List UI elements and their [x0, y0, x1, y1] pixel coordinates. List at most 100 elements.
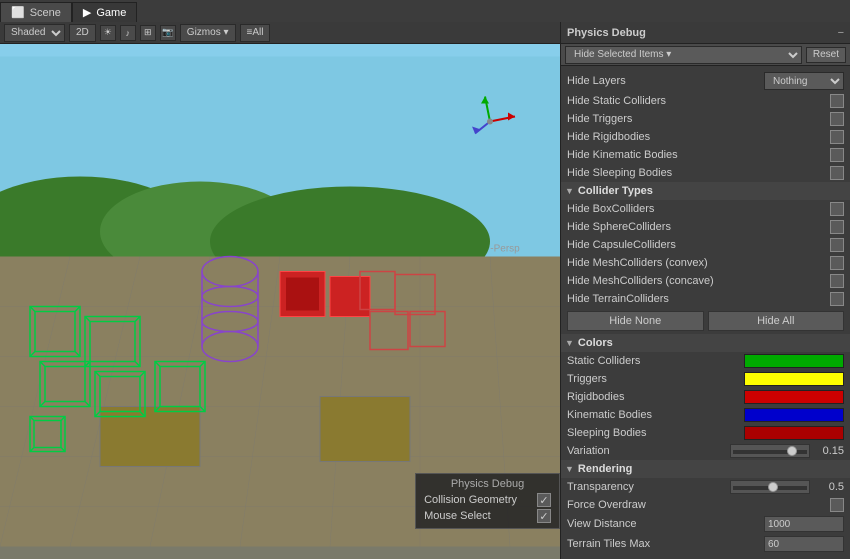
colors-arrow: ▼: [565, 338, 574, 348]
hide-selected-select[interactable]: Hide Selected Items ▾: [565, 46, 802, 64]
mouse-select-checkbox[interactable]: ✓: [537, 509, 551, 523]
camera-icon[interactable]: 📷: [160, 25, 176, 41]
hide-mesh-concave-label: Hide MeshColliders (concave): [567, 275, 830, 287]
hide-static-checkbox[interactable]: [830, 94, 844, 108]
hide-layers-value: Nothing: [764, 72, 844, 90]
audio-icon[interactable]: ♪: [120, 25, 136, 41]
collision-geometry-row: Collision Geometry ✓: [424, 492, 551, 508]
hide-layers-select[interactable]: Nothing: [764, 72, 844, 90]
light-icon[interactable]: ☀: [100, 25, 116, 41]
tab-bar: ⬜ Scene ▶ Game: [0, 0, 850, 22]
triggers-color-label: Triggers: [567, 373, 744, 385]
all-button[interactable]: ≡All: [240, 24, 271, 42]
hide-none-button[interactable]: Hide None: [567, 311, 704, 331]
reset-button[interactable]: Reset: [806, 47, 846, 63]
view-distance-label: View Distance: [567, 518, 764, 530]
rigidbodies-color-label: Rigidbodies: [567, 391, 744, 403]
static-color-label: Static Colliders: [567, 355, 744, 367]
transparency-slider[interactable]: [730, 480, 810, 494]
tab-game[interactable]: ▶ Game: [72, 2, 137, 22]
2d-button[interactable]: 2D: [69, 24, 96, 42]
colors-title: Colors: [578, 337, 613, 349]
colors-section[interactable]: ▼ Colors: [561, 334, 850, 352]
hide-kinematic-checkbox[interactable]: [830, 148, 844, 162]
hide-buttons-row: Hide None Hide All: [561, 308, 850, 334]
collider-types-title: Collider Types: [578, 185, 653, 197]
hide-terrain-checkbox[interactable]: [830, 292, 844, 306]
hide-rigidbodies-checkbox[interactable]: [830, 130, 844, 144]
sleeping-color-label: Sleeping Bodies: [567, 427, 744, 439]
variation-label: Variation: [567, 445, 730, 457]
variation-row: Variation 0.15: [561, 442, 850, 460]
hide-box-row: Hide BoxColliders: [561, 200, 850, 218]
viewport-toolbar: Shaded 2D ☀ ♪ ⊞ 📷 Gizmos ▾ ≡All: [0, 22, 560, 44]
hide-capsule-checkbox[interactable]: [830, 238, 844, 252]
rendering-section[interactable]: ▼ Rendering: [561, 460, 850, 478]
hide-triggers-row: Hide Triggers: [561, 110, 850, 128]
view-distance-input[interactable]: [764, 516, 844, 532]
game-tab-icon: ▶: [83, 6, 91, 19]
variation-value: 0.15: [814, 445, 844, 457]
hide-all-button[interactable]: Hide All: [708, 311, 845, 331]
hide-kinematic-row: Hide Kinematic Bodies: [561, 146, 850, 164]
hide-sphere-checkbox[interactable]: [830, 220, 844, 234]
hide-sleeping-checkbox[interactable]: [830, 166, 844, 180]
triggers-color-swatch[interactable]: [744, 372, 844, 386]
hide-capsule-row: Hide CapsuleColliders: [561, 236, 850, 254]
scene-viewport: Shaded 2D ☀ ♪ ⊞ 📷 Gizmos ▾ ≡All: [0, 22, 560, 559]
physics-debug-overlay: Physics Debug Collision Geometry ✓ Mouse…: [415, 473, 560, 529]
tab-scene[interactable]: ⬜ Scene: [0, 2, 72, 22]
panel-minimize-icon[interactable]: −: [838, 27, 844, 39]
terrain-tiles-input[interactable]: [764, 536, 844, 552]
effects-icon[interactable]: ⊞: [140, 25, 156, 41]
view-distance-row: View Distance: [561, 514, 850, 534]
collider-types-section[interactable]: ▼ Collider Types: [561, 182, 850, 200]
collision-geometry-checkbox[interactable]: ✓: [537, 493, 551, 507]
hide-triggers-label: Hide Triggers: [567, 113, 830, 125]
terrain-tiles-row: Terrain Tiles Max: [561, 534, 850, 554]
hide-rigidbodies-label: Hide Rigidbodies: [567, 131, 830, 143]
transparency-slider-thumb[interactable]: [768, 482, 778, 492]
sleeping-color-swatch[interactable]: [744, 426, 844, 440]
panel-toolbar: Hide Selected Items ▾ Reset: [561, 44, 850, 66]
variation-slider-thumb[interactable]: [787, 446, 797, 456]
hide-box-checkbox[interactable]: [830, 202, 844, 216]
static-color-row: Static Colliders: [561, 352, 850, 370]
transparency-row: Transparency 0.5: [561, 478, 850, 496]
force-overdraw-checkbox[interactable]: [830, 498, 844, 512]
gizmos-button[interactable]: Gizmos ▾: [180, 24, 236, 42]
transparency-label: Transparency: [567, 481, 730, 493]
rigidbodies-color-row: Rigidbodies: [561, 388, 850, 406]
svg-text:-Persp: -Persp: [490, 244, 520, 255]
hide-terrain-row: Hide TerrainColliders: [561, 290, 850, 308]
static-color-swatch[interactable]: [744, 354, 844, 368]
hide-sphere-row: Hide SphereColliders: [561, 218, 850, 236]
force-overdraw-label: Force Overdraw: [567, 499, 830, 511]
hide-sphere-label: Hide SphereColliders: [567, 221, 830, 233]
scene-view: -Persp Physics Debug: [0, 44, 560, 559]
mouse-select-label: Mouse Select: [424, 510, 491, 522]
mouse-select-row: Mouse Select ✓: [424, 508, 551, 524]
transparency-value: 0.5: [814, 481, 844, 493]
shading-select[interactable]: Shaded: [4, 24, 65, 42]
physics-debug-overlay-title: Physics Debug: [424, 478, 551, 490]
hide-static-row: Hide Static Colliders: [561, 92, 850, 110]
hide-sleeping-row: Hide Sleeping Bodies: [561, 164, 850, 182]
hide-mesh-concave-row: Hide MeshColliders (concave): [561, 272, 850, 290]
hide-box-label: Hide BoxColliders: [567, 203, 830, 215]
hide-rigidbodies-row: Hide Rigidbodies: [561, 128, 850, 146]
hide-mesh-convex-checkbox[interactable]: [830, 256, 844, 270]
hide-layers-label: Hide Layers: [567, 75, 764, 87]
hide-sleeping-label: Hide Sleeping Bodies: [567, 167, 830, 179]
rigidbodies-color-swatch[interactable]: [744, 390, 844, 404]
hide-triggers-checkbox[interactable]: [830, 112, 844, 126]
rendering-title: Rendering: [578, 463, 632, 475]
hide-terrain-label: Hide TerrainColliders: [567, 293, 830, 305]
scene-tab-label: Scene: [30, 7, 61, 19]
kinematic-color-row: Kinematic Bodies: [561, 406, 850, 424]
panel-content: Hide Layers Nothing Hide Static Collider…: [561, 66, 850, 559]
kinematic-color-swatch[interactable]: [744, 408, 844, 422]
variation-slider[interactable]: [730, 444, 810, 458]
hide-mesh-concave-checkbox[interactable]: [830, 274, 844, 288]
hide-mesh-convex-row: Hide MeshColliders (convex): [561, 254, 850, 272]
